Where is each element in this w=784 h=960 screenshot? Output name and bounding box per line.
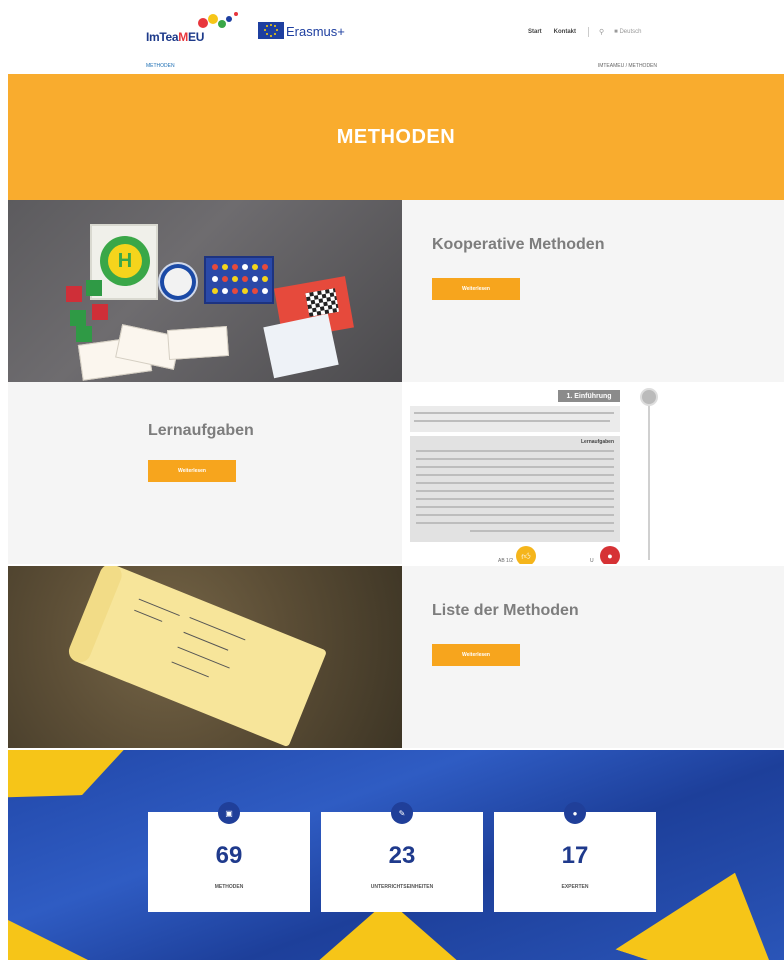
clock-icon bbox=[158, 262, 198, 302]
language-selector[interactable]: ■ Deutsch bbox=[614, 29, 641, 35]
picture-cards bbox=[167, 325, 229, 361]
section-image-learning-task-screenshot[interactable]: 1. Einführung Lernaufgaben AB 1/2 👍︎ U ● bbox=[402, 382, 784, 564]
stat-label: EXPERTEN bbox=[561, 884, 589, 890]
section-title[interactable]: Lernaufgaben bbox=[148, 422, 254, 440]
eu-star-icon bbox=[8, 750, 144, 818]
stat-card-methoden: ▣ 69 METHODEN bbox=[148, 802, 310, 912]
eu-star-icon bbox=[8, 910, 108, 960]
notepad-icon bbox=[65, 566, 328, 748]
intro-textbox bbox=[410, 406, 620, 432]
cube-icon bbox=[76, 326, 92, 342]
stat-value: 69 bbox=[215, 842, 243, 869]
main-nav: Start Kontakt ⚲ ■ Deutsch bbox=[528, 26, 641, 38]
page-title-small: METHODEN bbox=[146, 63, 175, 69]
hero-banner: METHODEN bbox=[8, 74, 784, 200]
stat-label: UNTERRICHTSEINHEITEN bbox=[370, 884, 434, 890]
section-kooperative-methoden: H Kooperative Methoden Weiterlesen bbox=[8, 200, 784, 382]
cube-icon bbox=[92, 304, 108, 320]
user-count: U bbox=[590, 558, 594, 564]
section-panel: Lernaufgaben Weiterlesen bbox=[8, 382, 402, 564]
nav-item-kontakt[interactable]: Kontakt bbox=[554, 29, 576, 35]
section-image-desk-items[interactable]: H bbox=[8, 200, 402, 382]
imteameu-logo[interactable]: ImTeaMEU bbox=[146, 12, 246, 48]
section-title[interactable]: Liste der Methoden bbox=[432, 602, 579, 620]
page-title: METHODEN bbox=[336, 126, 456, 148]
user-icon: ● bbox=[564, 802, 586, 824]
section-image-notepad[interactable] bbox=[8, 566, 402, 748]
step-tag: 1. Einführung bbox=[558, 390, 620, 402]
thumbs-up-icon: 👍︎ bbox=[516, 546, 536, 564]
eu-flag-icon bbox=[258, 22, 284, 39]
section-lernaufgaben: Lernaufgaben Weiterlesen 1. Einführung L… bbox=[8, 382, 784, 564]
page: ImTeaMEU Erasmus+ Start Kontakt ⚲ ■ Deut… bbox=[0, 0, 784, 960]
section-title[interactable]: Kooperative Methoden bbox=[432, 236, 604, 254]
section-liste-der-methoden: Liste der Methoden Weiterlesen bbox=[8, 566, 784, 748]
section-panel: Kooperative Methoden Weiterlesen bbox=[402, 200, 784, 382]
learning-task-mockup: 1. Einführung Lernaufgaben AB 1/2 👍︎ U ● bbox=[410, 386, 658, 564]
cube-icon bbox=[66, 286, 82, 302]
breadcrumb[interactable]: IMTEAMEU / METHODEN bbox=[598, 63, 657, 69]
nav-divider bbox=[588, 27, 590, 37]
cube-icon bbox=[86, 280, 102, 296]
nav-item-start[interactable]: Start bbox=[528, 29, 542, 35]
board-game-icon bbox=[204, 256, 274, 304]
pencil-icon: ✎ bbox=[391, 802, 413, 824]
book-icon: ▣ bbox=[218, 802, 240, 824]
logo-text: ImTeaMEU bbox=[146, 30, 205, 44]
read-more-button[interactable]: Weiterlesen bbox=[148, 460, 236, 482]
like-count: AB 1/2 bbox=[498, 558, 514, 564]
task-heading: Lernaufgaben bbox=[580, 439, 614, 445]
user-icon: ● bbox=[600, 546, 620, 564]
worksheet bbox=[263, 313, 339, 379]
stats-section: ▣ 69 METHODEN ✎ 23 UNTERRICHTSEINHEITEN … bbox=[8, 750, 784, 960]
section-panel: Liste der Methoden Weiterlesen bbox=[402, 566, 784, 748]
task-textbox: Lernaufgaben bbox=[410, 436, 620, 542]
stat-card-experten: ● 17 EXPERTEN bbox=[494, 802, 656, 912]
read-more-button[interactable]: Weiterlesen bbox=[432, 278, 520, 300]
step-circle-icon bbox=[640, 388, 658, 406]
stat-value: 17 bbox=[561, 842, 589, 869]
stat-card-unterrichtseinheiten: ✎ 23 UNTERRICHTSEINHEITEN bbox=[321, 802, 483, 912]
site-header: ImTeaMEU Erasmus+ Start Kontakt ⚲ ■ Deut… bbox=[0, 0, 784, 60]
read-more-button[interactable]: Weiterlesen bbox=[432, 644, 520, 666]
stat-value: 23 bbox=[388, 842, 416, 869]
erasmus-logo[interactable]: Erasmus+ bbox=[258, 22, 358, 40]
cube-icon bbox=[70, 310, 86, 326]
breadcrumb-bar: METHODEN IMTEAMEU / METHODEN bbox=[0, 60, 784, 74]
erasmus-text: Erasmus+ bbox=[286, 24, 345, 39]
stat-label: METHODEN bbox=[214, 884, 244, 890]
search-icon[interactable]: ⚲ bbox=[599, 28, 604, 36]
